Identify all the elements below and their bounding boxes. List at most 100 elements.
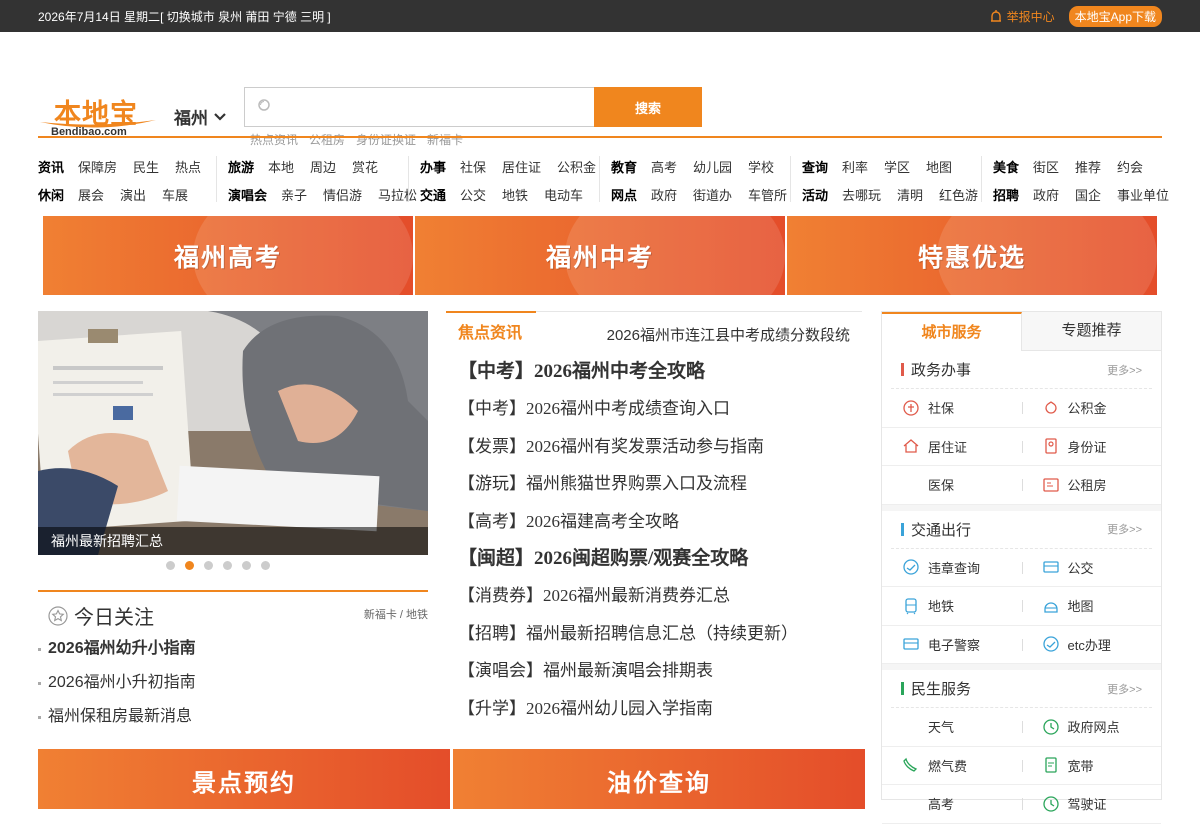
section-more-link[interactable]: 更多>> <box>1107 521 1142 537</box>
nav-link[interactable]: 街道办 <box>693 185 732 204</box>
nav-link[interactable]: 社保 <box>460 157 486 176</box>
switch-city-link[interactable]: [ 切换城市 泉州 莆田 宁德 三明 ] <box>160 10 331 24</box>
nav-heading[interactable]: 活动 <box>802 185 828 204</box>
slider-caption[interactable]: 福州最新招聘汇总 <box>38 527 428 555</box>
nav-heading[interactable]: 演唱会 <box>228 185 267 204</box>
today-item[interactable]: 2026福州小升初指南 <box>38 666 428 700</box>
nav-link[interactable]: 地图 <box>926 157 952 176</box>
nav-heading[interactable]: 旅游 <box>228 157 254 176</box>
service-item[interactable]: 燃气费 <box>882 756 1022 775</box>
nav-link[interactable]: 情侣游 <box>323 185 362 204</box>
service-item[interactable]: 公积金 <box>1021 398 1162 417</box>
slider-dot[interactable] <box>242 561 251 570</box>
nav-heading[interactable]: 资讯 <box>38 157 64 176</box>
service-item[interactable]: 社保 <box>882 398 1022 417</box>
nav-link[interactable]: 去哪玩 <box>842 185 881 204</box>
tab-focus-news[interactable]: 焦点资讯 <box>446 311 536 349</box>
service-item[interactable]: 驾驶证 <box>1021 794 1162 813</box>
report-center-link[interactable]: 举报中心 <box>989 8 1055 25</box>
photo-slider[interactable]: 福州最新招聘汇总 <box>38 311 428 555</box>
nav-link[interactable]: 马拉松 <box>378 185 417 204</box>
nav-link[interactable]: 利率 <box>842 157 868 176</box>
slider-dot[interactable] <box>223 561 232 570</box>
banner-gaokao[interactable]: 福州高考 <box>43 216 413 295</box>
nav-link[interactable]: 幼儿园 <box>693 157 732 176</box>
city-switcher[interactable]: 福州 <box>174 104 226 129</box>
nav-link[interactable]: 热点 <box>175 157 201 176</box>
tab-topics[interactable]: 专题推荐 <box>1022 312 1161 350</box>
banner-fuel-price[interactable]: 油价查询 <box>453 749 865 809</box>
nav-heading[interactable]: 网点 <box>611 185 637 204</box>
nav-link[interactable]: 红色游 <box>939 185 978 204</box>
service-item[interactable]: 地铁 <box>882 596 1022 615</box>
slider-dot[interactable] <box>166 561 175 570</box>
slider-dot[interactable] <box>261 561 270 570</box>
today-item[interactable]: 2026福州幼升小指南 <box>38 632 428 666</box>
service-item[interactable]: etc办理 <box>1021 635 1162 654</box>
focus-item[interactable]: 【高考】2026福建高考全攻略 <box>446 503 862 540</box>
tab-city-services[interactable]: 城市服务 <box>882 312 1022 351</box>
nav-link[interactable]: 地铁 <box>502 185 528 204</box>
service-item[interactable]: 政府网点 <box>1021 717 1162 736</box>
focus-item[interactable]: 【中考】2026福州中考成绩查询入口 <box>446 390 862 427</box>
today-item[interactable]: 福州保租房最新消息 <box>38 700 428 734</box>
nav-link[interactable]: 居住证 <box>502 157 541 176</box>
nav-heading[interactable]: 教育 <box>611 157 637 176</box>
slider-dot[interactable] <box>204 561 213 570</box>
service-item[interactable]: 医保 <box>882 475 1022 494</box>
search-button[interactable]: 搜索 <box>594 87 702 127</box>
focus-item[interactable]: 【中考】2026福州中考全攻略 <box>446 353 862 390</box>
nav-link[interactable]: 约会 <box>1117 157 1143 176</box>
nav-link[interactable]: 政府 <box>651 185 677 204</box>
service-item[interactable]: 地图 <box>1021 596 1162 615</box>
nav-link[interactable]: 赏花 <box>352 157 378 176</box>
nav-link[interactable]: 演出 <box>120 185 146 204</box>
focus-item[interactable]: 【发票】2026福州有奖发票活动参与指南 <box>446 428 862 465</box>
nav-heading[interactable]: 美食 <box>993 157 1019 176</box>
nav-link[interactable]: 学校 <box>748 157 774 176</box>
site-logo[interactable]: 本地宝 Bendibao.com <box>38 88 160 140</box>
focus-item[interactable]: 【闽超】2026闽超购票/观赛全攻略 <box>446 540 862 577</box>
service-item[interactable]: 身份证 <box>1021 437 1162 456</box>
nav-link[interactable]: 展会 <box>78 185 104 204</box>
nav-link[interactable]: 亲子 <box>281 185 307 204</box>
service-item[interactable]: 宽带 <box>1021 756 1162 775</box>
nav-link[interactable]: 车展 <box>162 185 188 204</box>
nav-link[interactable]: 推荐 <box>1075 157 1101 176</box>
nav-heading[interactable]: 查询 <box>802 157 828 176</box>
banner-zhongkao[interactable]: 福州中考 <box>415 216 785 295</box>
nav-link[interactable]: 清明 <box>897 185 923 204</box>
focus-item[interactable]: 【游玩】福州熊猫世界购票入口及流程 <box>446 465 862 502</box>
nav-link[interactable]: 本地 <box>268 157 294 176</box>
nav-heading[interactable]: 休闲 <box>38 185 64 204</box>
nav-link[interactable]: 事业单位 <box>1117 185 1169 204</box>
focus-item[interactable]: 【招聘】福州最新招聘信息汇总（持续更新） <box>446 615 862 652</box>
section-more-link[interactable]: 更多>> <box>1107 681 1142 697</box>
focus-headline[interactable]: 2026福州市连江县中考成绩分数段统 <box>607 324 850 345</box>
nav-heading[interactable]: 交通 <box>420 185 446 204</box>
nav-link[interactable]: 保障房 <box>78 157 117 176</box>
today-more-links[interactable]: 新福卡 / 地铁 <box>364 606 428 622</box>
service-item[interactable]: 公交 <box>1021 558 1162 577</box>
banner-scenic-booking[interactable]: 景点预约 <box>38 749 450 809</box>
banner-deals[interactable]: 特惠优选 <box>787 216 1157 295</box>
app-download-button[interactable]: 本地宝App下载 <box>1068 5 1162 27</box>
service-item[interactable]: 高考 <box>882 794 1022 813</box>
section-more-link[interactable]: 更多>> <box>1107 362 1142 378</box>
nav-link[interactable]: 周边 <box>310 157 336 176</box>
nav-link[interactable]: 民生 <box>133 157 159 176</box>
nav-link[interactable]: 车管所 <box>748 185 787 204</box>
service-item[interactable]: 违章查询 <box>882 558 1022 577</box>
service-item[interactable]: 天气 <box>882 717 1022 736</box>
nav-link[interactable]: 电动车 <box>544 185 583 204</box>
nav-link[interactable]: 政府 <box>1033 185 1059 204</box>
nav-link[interactable]: 学区 <box>884 157 910 176</box>
focus-item[interactable]: 【消费券】2026福州最新消费券汇总 <box>446 577 862 614</box>
nav-link[interactable]: 国企 <box>1075 185 1101 204</box>
focus-item[interactable]: 【演唱会】福州最新演唱会排期表 <box>446 652 862 689</box>
nav-link[interactable]: 街区 <box>1033 157 1059 176</box>
search-input[interactable] <box>279 94 579 120</box>
focus-item[interactable]: 【升学】2026福州幼儿园入学指南 <box>446 690 862 727</box>
service-item[interactable]: 电子警察 <box>882 635 1022 654</box>
nav-heading[interactable]: 招聘 <box>993 185 1019 204</box>
